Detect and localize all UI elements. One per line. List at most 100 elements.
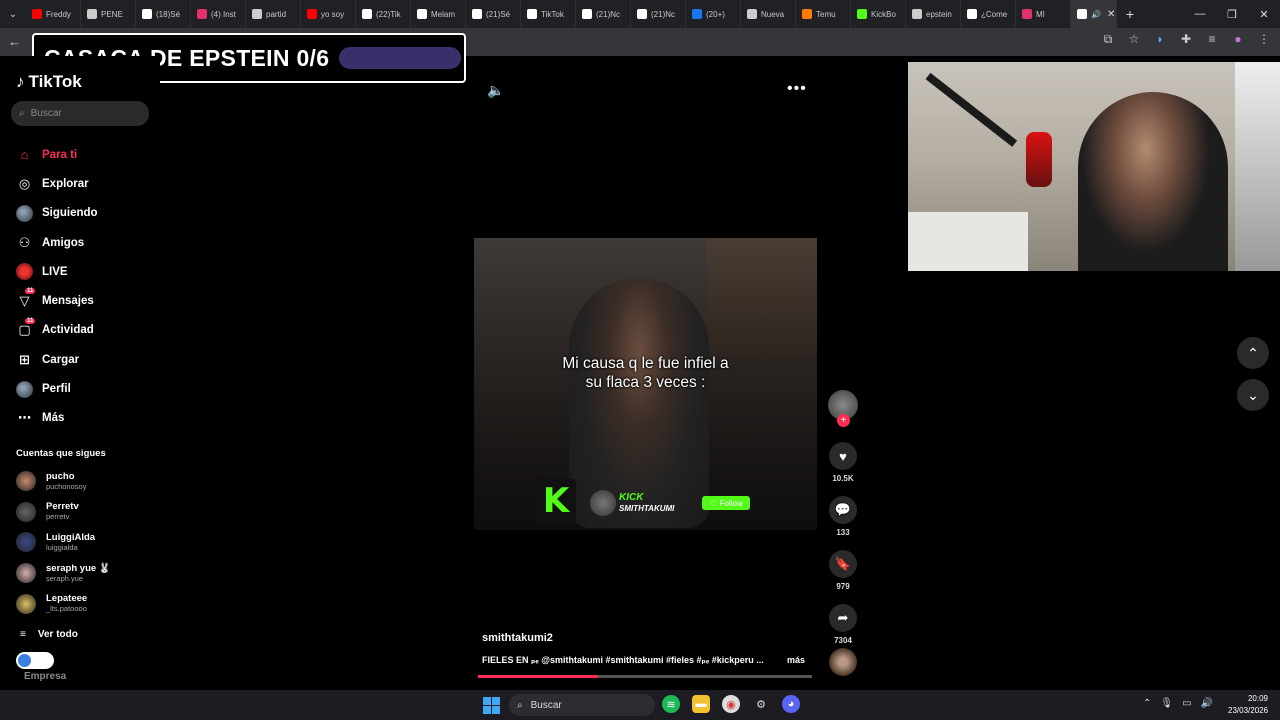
chevron-up-icon[interactable]: ⌃ bbox=[1143, 698, 1151, 709]
restore-icon[interactable]: ❐ bbox=[1216, 0, 1248, 28]
browser-tab[interactable]: (22)Tik bbox=[356, 0, 411, 28]
browser-tab[interactable]: partid bbox=[246, 0, 301, 28]
bookmark-icon[interactable]: 🔖 bbox=[829, 550, 857, 578]
browser-tab[interactable]: epstein bbox=[906, 0, 961, 28]
business-toggle[interactable] bbox=[16, 652, 54, 669]
following-item[interactable]: Perretv perretv bbox=[16, 497, 111, 528]
video-progress-fill bbox=[478, 675, 599, 678]
browser-tab[interactable]: (18)Sé bbox=[136, 0, 191, 28]
browser-tab[interactable]: (4) Inst bbox=[191, 0, 246, 28]
previous-video-chevron-up-icon[interactable]: ⌃ bbox=[1237, 337, 1269, 369]
caption-line-2: su flaca 3 veces : bbox=[585, 374, 706, 391]
tab-favicon-icon bbox=[692, 9, 702, 19]
tab-label: (21)Nc bbox=[596, 9, 621, 19]
sidebar-item-parati[interactable]: ⌂ Para ti bbox=[16, 140, 98, 169]
windows-start-icon[interactable] bbox=[483, 697, 500, 714]
back-arrow-icon[interactable]: ← bbox=[8, 34, 21, 49]
browser-tab[interactable]: Nueva bbox=[741, 0, 796, 28]
browser-tab[interactable]: (21)Nc bbox=[631, 0, 686, 28]
following-handle: luiggialda bbox=[46, 542, 78, 552]
sidebar-item-live[interactable]: LIVE bbox=[16, 257, 98, 286]
volume-icon[interactable]: 🔈 bbox=[487, 82, 504, 99]
tiktok-sidebar: ♪ TikTok ⌕ Buscar ⌂ Para ti ◎ Explorar Sigui… bbox=[0, 56, 160, 690]
microphone-icon[interactable]: 🎙 bbox=[1160, 698, 1173, 709]
browser-tab[interactable]: (21)Nc bbox=[576, 0, 631, 28]
more-description-button[interactable]: más bbox=[787, 655, 805, 665]
sound-disc-icon[interactable] bbox=[829, 648, 857, 676]
live-icon bbox=[16, 263, 33, 281]
following-item[interactable]: LuiggiAlda luiggialda bbox=[16, 527, 111, 558]
following-item[interactable]: seraph yue 🐰 seraph.yue bbox=[16, 558, 111, 589]
browser-tab[interactable]: ¿Come bbox=[961, 0, 1016, 28]
search-icon: ⌕ bbox=[19, 108, 25, 119]
browser-tab[interactable]: (21)Sé bbox=[466, 0, 521, 28]
video-progress-bar[interactable] bbox=[478, 675, 812, 678]
sidebar-item-actividad[interactable]: ▢ Actividad 11 bbox=[16, 316, 98, 345]
more-options-icon[interactable]: ••• bbox=[787, 80, 807, 98]
sidebar-item-amigos[interactable]: ⚇ Amigos bbox=[16, 228, 98, 257]
browser-tab[interactable]: Freddy bbox=[26, 0, 81, 28]
close-icon[interactable]: ✕ bbox=[1248, 0, 1280, 28]
profile-avatar-icon[interactable]: ● bbox=[1230, 32, 1246, 47]
browser-tab[interactable]: yo soy bbox=[301, 0, 356, 28]
sidebar-item-mensajes[interactable]: ▽ Mensajes 11 bbox=[16, 286, 98, 315]
browser-tab-active[interactable]: 🔊 ✕ bbox=[1071, 0, 1117, 28]
chrome-icon[interactable]: ◉ bbox=[722, 695, 740, 713]
new-tab-button[interactable]: + bbox=[1117, 6, 1143, 22]
sidebar-item-siguiendo[interactable]: Siguiendo bbox=[16, 199, 98, 228]
discord-icon[interactable]: ◕ bbox=[782, 695, 800, 713]
browser-tab[interactable]: Melam bbox=[411, 0, 466, 28]
browser-tab[interactable]: (20+) bbox=[686, 0, 741, 28]
video-author[interactable]: smithtakumi2 bbox=[482, 632, 553, 644]
sidebar-item-ms[interactable]: ⋯ Más bbox=[16, 404, 98, 433]
browser-tab[interactable]: Temu bbox=[796, 0, 851, 28]
video-player[interactable]: Mi causa q le fue infiel a su flaca 3 ve… bbox=[474, 238, 817, 530]
like-heart-icon[interactable]: ♥ bbox=[829, 442, 857, 470]
sidebar-item-perfil[interactable]: Perfil bbox=[16, 374, 98, 403]
share-action: ➦ 7304 bbox=[826, 604, 860, 645]
browser-tab[interactable]: TikTok bbox=[521, 0, 576, 28]
like-action: ♥ 10.5K bbox=[826, 442, 860, 483]
browser-tab[interactable]: MI bbox=[1016, 0, 1071, 28]
sidebar-item-cargar[interactable]: ⊞ Cargar bbox=[16, 345, 98, 374]
tab-favicon-icon bbox=[472, 9, 482, 19]
menu-kebab-icon[interactable]: ⋮ bbox=[1256, 32, 1272, 47]
file-explorer-icon[interactable]: ▬ bbox=[692, 695, 710, 713]
network-icon[interactable]: ▭ bbox=[1182, 698, 1191, 709]
tab-audio-icon[interactable]: 🔊 bbox=[1091, 10, 1101, 19]
sidebar-item-label: Explorar bbox=[42, 177, 89, 190]
see-all-link[interactable]: ≡ Ver todo bbox=[20, 629, 78, 640]
webcam-microphone bbox=[1026, 132, 1052, 187]
taskbar-clock[interactable]: 20:09 23/03/2026 bbox=[1228, 693, 1268, 717]
extension-icon[interactable]: ◗ bbox=[1152, 32, 1168, 47]
tab-search-icon[interactable]: ⌄ bbox=[0, 0, 26, 28]
browser-tab[interactable]: PENE bbox=[81, 0, 136, 28]
steam-icon[interactable]: ⚙ bbox=[752, 695, 770, 713]
next-video-chevron-down-icon[interactable]: ⌄ bbox=[1237, 379, 1269, 411]
share-icon[interactable]: ➦ bbox=[829, 604, 857, 632]
sidebar-item-label: Más bbox=[42, 412, 65, 425]
comment-icon[interactable]: 💬 bbox=[829, 496, 857, 524]
install-app-icon[interactable]: ⧉ bbox=[1100, 32, 1116, 47]
tab-label: TikTok bbox=[541, 9, 564, 19]
spotify-icon[interactable]: ≋ bbox=[662, 695, 680, 713]
creator-avatar[interactable]: + bbox=[828, 390, 858, 427]
following-name: pucho bbox=[46, 470, 75, 482]
toggle-knob bbox=[18, 654, 31, 667]
tab-close-icon[interactable]: ✕ bbox=[1107, 9, 1115, 20]
puzzle-icon[interactable]: ✚ bbox=[1178, 32, 1194, 47]
sidebar-item-explorar[interactable]: ◎ Explorar bbox=[16, 169, 98, 198]
bookmark-star-icon[interactable]: ☆ bbox=[1126, 32, 1142, 47]
tab-favicon-icon bbox=[802, 9, 812, 19]
reading-list-icon[interactable]: ≡ bbox=[1204, 32, 1220, 47]
browser-tab[interactable]: KickBo bbox=[851, 0, 906, 28]
search-input[interactable]: ⌕ Buscar bbox=[11, 101, 149, 126]
taskbar-search[interactable]: ⌕ Buscar bbox=[509, 694, 655, 716]
speaker-icon[interactable]: 🔊 bbox=[1201, 698, 1213, 709]
follow-plus-icon[interactable]: + bbox=[837, 414, 850, 427]
following-item[interactable]: pucho puchonosoy bbox=[16, 466, 111, 497]
minimize-icon[interactable]: — bbox=[1184, 0, 1216, 28]
following-item[interactable]: Lepateee _lts.patoooo bbox=[16, 588, 111, 619]
tab-favicon-icon bbox=[252, 9, 262, 19]
tiktok-logo[interactable]: ♪ TikTok bbox=[16, 72, 82, 92]
